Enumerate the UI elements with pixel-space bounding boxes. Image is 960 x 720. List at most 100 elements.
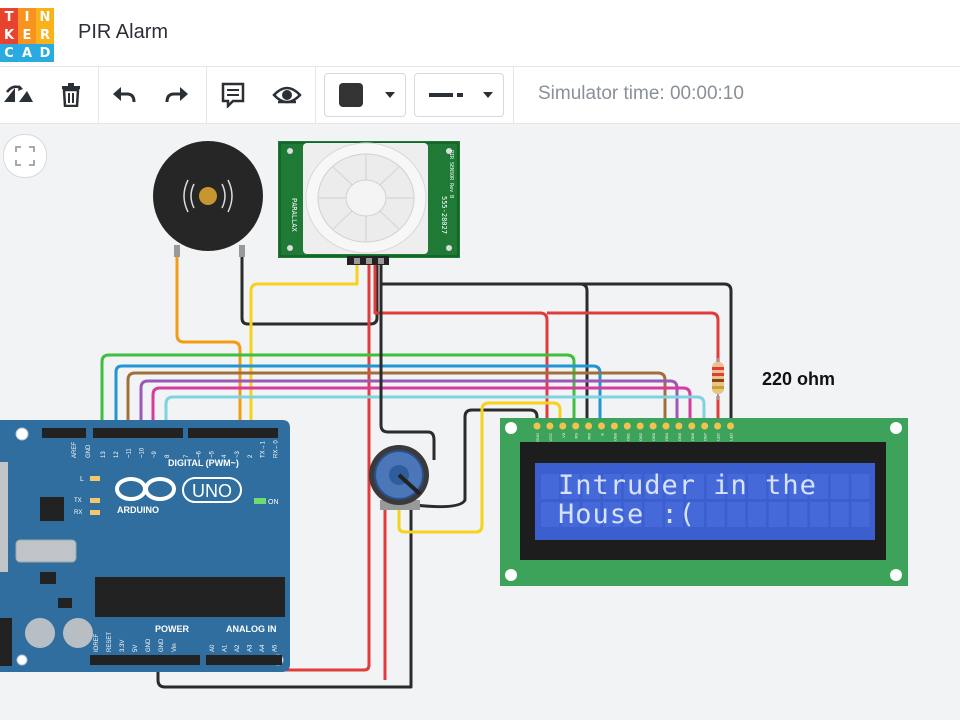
notes-button[interactable] bbox=[215, 77, 251, 113]
tinkercad-logo[interactable]: T I N K E R C A D bbox=[0, 8, 54, 62]
lcd-pin[interactable] bbox=[714, 422, 722, 430]
lcd-pin[interactable] bbox=[559, 422, 567, 430]
digital-pin-label: ~5 bbox=[209, 450, 215, 458]
lcd-pin[interactable] bbox=[623, 422, 631, 430]
lcd-pin[interactable] bbox=[662, 422, 670, 430]
pir-label-right: 555-28027 bbox=[440, 196, 448, 234]
digital-pin-label: RX←0 bbox=[273, 440, 279, 458]
power-pin-label: RESET bbox=[107, 632, 113, 652]
lcd-cell bbox=[706, 502, 725, 527]
line-style-dropdown[interactable] bbox=[414, 73, 504, 117]
digital-pin-label: ~9 bbox=[152, 450, 158, 458]
wire-red bbox=[373, 262, 549, 425]
digital-pin-label: ~11 bbox=[127, 448, 133, 458]
logo-letter: A bbox=[18, 44, 36, 62]
lcd-pin-label: DB7 bbox=[703, 432, 708, 441]
rotate-icon bbox=[4, 85, 33, 102]
lcd-pin-label: VCC bbox=[548, 433, 553, 442]
lcd-pin-label: DB0 bbox=[612, 432, 617, 441]
digital-pin-label: 13 bbox=[101, 451, 107, 458]
lcd-cell bbox=[830, 474, 849, 499]
digital-pin-label: ~10 bbox=[139, 447, 145, 458]
simulator-time: Simulator time: 00:00:10 bbox=[538, 83, 744, 104]
lcd-pin-label: GND bbox=[535, 433, 540, 442]
lcd-pin[interactable] bbox=[675, 422, 683, 430]
lcd-cell bbox=[810, 502, 829, 527]
note-icon bbox=[221, 82, 245, 108]
project-title[interactable]: PIR Alarm bbox=[78, 21, 168, 44]
eye-icon bbox=[272, 86, 302, 104]
fill-color-dropdown[interactable] bbox=[324, 73, 406, 117]
tx-label: TX bbox=[74, 498, 82, 504]
digital-pin-label: ~6 bbox=[197, 450, 203, 458]
lcd-pin[interactable] bbox=[610, 422, 618, 430]
resistor-value-label: 220 ohm bbox=[762, 369, 836, 389]
lcd-cell bbox=[748, 502, 766, 527]
lcd-pin-label: RW bbox=[587, 433, 592, 440]
analog-pin-label: A3 bbox=[248, 644, 254, 652]
chevron-down-icon bbox=[385, 92, 395, 98]
lcd-pin[interactable] bbox=[546, 422, 554, 430]
power-pin-label: 5V bbox=[133, 645, 139, 652]
lcd-cell bbox=[541, 474, 559, 499]
top-bar: T I N K E R C A D PIR Alarm bbox=[0, 0, 960, 67]
pir-label-top: PIR SENSOR Rev B bbox=[448, 150, 454, 198]
logo-letter: R bbox=[36, 26, 54, 44]
lcd-pin[interactable] bbox=[533, 422, 541, 430]
analog-pin-label: A0 bbox=[210, 644, 216, 652]
wire-yellow bbox=[249, 262, 359, 425]
arduino-uno[interactable]: UNO ARDUINO DIGITAL (PWM~) POWER ANALOG … bbox=[0, 420, 290, 672]
analog-pin-label: A2 bbox=[235, 644, 241, 652]
visibility-button[interactable] bbox=[269, 77, 305, 113]
undo-button[interactable] bbox=[106, 77, 142, 113]
delete-button[interactable] bbox=[53, 77, 89, 113]
pir-sensor[interactable]: PARALLAX 555-28027 PIR SENSOR Rev B bbox=[278, 141, 460, 265]
toolbar-separator bbox=[98, 67, 99, 123]
lcd-pin[interactable] bbox=[649, 422, 657, 430]
lcd-pin[interactable] bbox=[572, 422, 580, 430]
toolbar: Simulator time: 00:00:10 bbox=[0, 67, 960, 124]
logo-letter: C bbox=[0, 44, 18, 62]
lcd-cell bbox=[541, 502, 559, 527]
lcd-pin-label: DB2 bbox=[638, 432, 643, 441]
redo-button[interactable] bbox=[159, 77, 195, 113]
wire-orange bbox=[175, 250, 242, 425]
digital-pin-label: ~3 bbox=[235, 450, 241, 458]
trash-icon bbox=[62, 83, 80, 107]
lcd-cell bbox=[789, 502, 808, 527]
logo-letter: N bbox=[36, 8, 54, 26]
power-pin-label: GND bbox=[146, 638, 152, 652]
lcd-cell bbox=[851, 502, 870, 527]
lcd-pin-label: E bbox=[600, 433, 605, 436]
lcd-pin-label: V0 bbox=[561, 432, 566, 438]
circuit-canvas[interactable]: PARALLAX 555-28027 PIR SENSOR Rev B UNO … bbox=[0, 124, 960, 720]
lcd-pin-label: DB4 bbox=[664, 432, 669, 441]
digital-label: DIGITAL (PWM~) bbox=[168, 458, 239, 468]
arduino-model-label: UNO bbox=[192, 481, 232, 501]
undo-icon bbox=[113, 87, 136, 103]
lcd-pin[interactable] bbox=[636, 422, 644, 430]
aref-label: AREF bbox=[72, 442, 78, 458]
potentiometer[interactable] bbox=[369, 445, 429, 510]
analog-pin-label: A4 bbox=[260, 644, 266, 652]
lcd-pin-label: DB1 bbox=[625, 432, 630, 441]
lcd-pin-label: LED bbox=[729, 433, 734, 441]
lcd-pin[interactable] bbox=[585, 422, 593, 430]
arduino-brand-label: ARDUINO bbox=[117, 505, 159, 515]
wire-black bbox=[379, 262, 589, 425]
lcd-pin-label: LED bbox=[716, 433, 721, 441]
lcd-pin[interactable] bbox=[598, 422, 605, 430]
piezo-buzzer[interactable] bbox=[153, 141, 263, 257]
lcd-line-2: House :( bbox=[558, 499, 697, 530]
rotate-button[interactable] bbox=[0, 77, 36, 113]
digital-pin-label: 12 bbox=[114, 451, 120, 458]
lcd-cell bbox=[851, 474, 870, 499]
lcd-cell bbox=[830, 502, 849, 527]
logo-letter: T bbox=[0, 8, 18, 26]
lcd-pin[interactable] bbox=[688, 422, 696, 430]
lcd-pin[interactable] bbox=[701, 422, 709, 430]
lcd-pin[interactable] bbox=[727, 422, 734, 430]
chevron-down-icon bbox=[483, 92, 493, 98]
redo-icon bbox=[165, 87, 188, 103]
resistor[interactable] bbox=[712, 358, 724, 400]
